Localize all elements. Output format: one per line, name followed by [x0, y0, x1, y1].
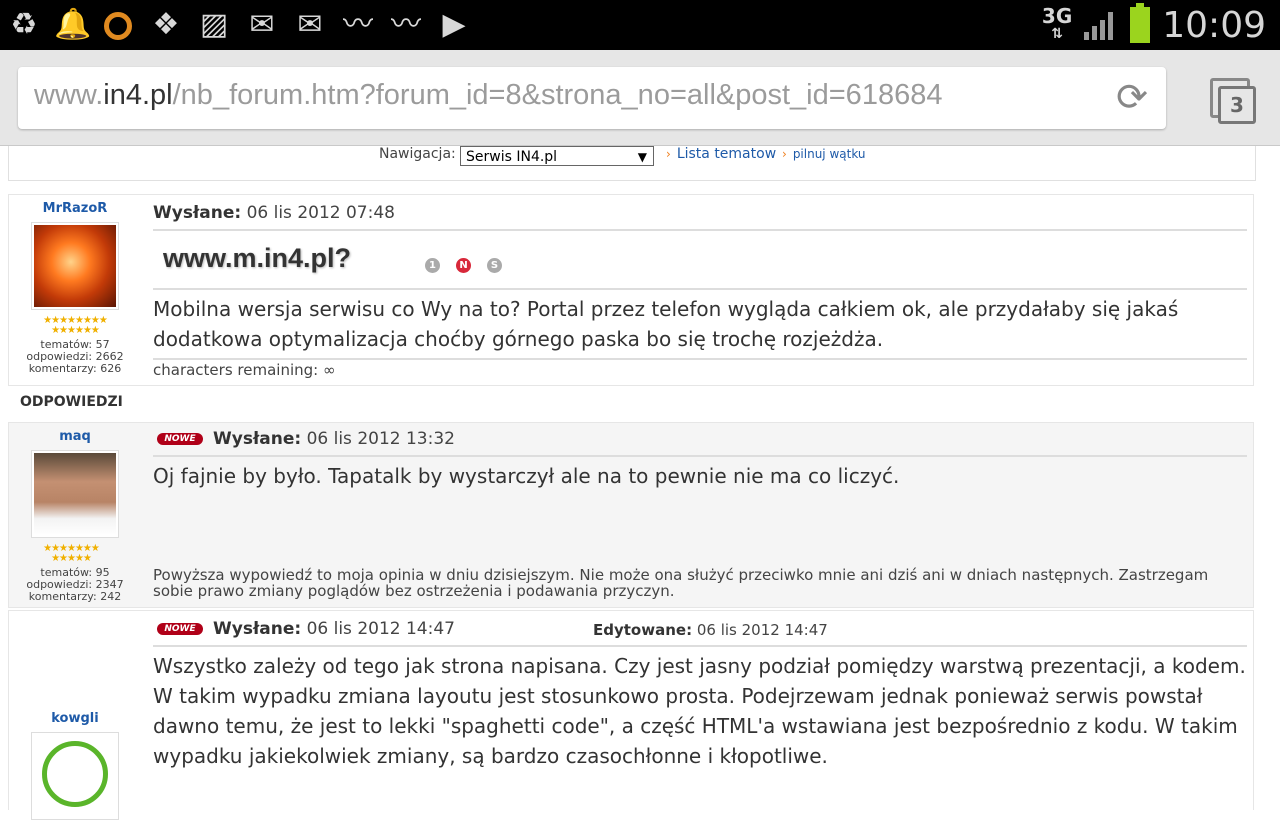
email-icon: ✉ — [297, 7, 323, 42]
status-bar: ♻ 🔔 ❖ ▨ ✉ ✉ 〰 〰 ▶ 3G ⇅ 10:09 — [0, 0, 1280, 50]
post-text: Mobilna wersja serwisu co Wy na to? Port… — [153, 297, 1179, 351]
gmail-icon: ✉ — [249, 7, 275, 42]
author-stats: tematów: 95 odpowiedzi: 2347 komentarzy:… — [26, 566, 124, 603]
battery-icon — [1130, 3, 1151, 43]
browser-toolbar: www.in4.pl/nb_forum.htm?forum_id=8&stron… — [0, 50, 1280, 146]
tabs-button[interactable]: 3 — [1210, 78, 1256, 124]
new-badge: NOWE — [157, 623, 203, 635]
avatar[interactable] — [31, 732, 119, 820]
circle-app-icon — [100, 6, 136, 44]
author-stats: tematów: 57 odpowiedzi: 2662 komentarzy:… — [26, 338, 124, 375]
new-icon[interactable]: N — [456, 258, 471, 273]
info-icon[interactable]: 1 — [425, 258, 440, 273]
bell-icon: 🔔 — [54, 7, 92, 42]
author-name[interactable]: kowgli — [9, 711, 141, 726]
recycle-icon: ♻ — [10, 7, 38, 42]
forum-page: Nawigacja: Serwis IN4.pl ▼ › Lista tematow… — [0, 146, 1280, 820]
image-icon: ▨ — [199, 7, 229, 42]
replies-heading: ODPOWIEDZI — [20, 394, 123, 410]
post-meta: NOWE Wysłane: 06 lis 2012 14:47 Edytowane… — [157, 619, 1247, 639]
post-text: Oj fajnie by było. Tapatalk by wystarczy… — [153, 464, 900, 488]
rank-stars: ★★★★★★★★★★★★ — [43, 543, 100, 564]
post-content: NOWE Wysłane: 06 lis 2012 14:47 Edytowane… — [153, 611, 1247, 771]
forum-post: kowgli NOWE Wysłane: 06 lis 2012 14:47 Ed… — [8, 610, 1254, 820]
watch-thread-link[interactable]: › pilnuj wątku — [782, 147, 866, 161]
address-bar[interactable]: www.in4.pl/nb_forum.htm?forum_id=8&stron… — [18, 67, 1166, 129]
dropdown-arrow-icon: ▼ — [637, 150, 647, 164]
author-name[interactable]: maq — [9, 429, 141, 444]
author-panel: MrRazoR ★★★★★★★★★★★★★★ tematów: 57 odpow… — [9, 195, 141, 385]
pulse-icon: 〰 — [391, 7, 421, 42]
pulse-icon: 〰 — [343, 7, 373, 42]
rank-stars: ★★★★★★★★★★★★★★ — [43, 315, 108, 336]
characters-remaining: characters remaining: ∞ — [153, 361, 336, 379]
author-name[interactable]: MrRazoR — [9, 201, 141, 216]
post-signature: Powyższa wypowiedź to moja opinia w dniu… — [153, 566, 1209, 600]
url-text[interactable]: www.in4.pl/nb_forum.htm?forum_id=8&stron… — [34, 79, 942, 112]
tab-count: 3 — [1218, 86, 1256, 124]
post-text: Wszystko zależy od tego jak strona napis… — [153, 654, 1246, 768]
post-title: www.m.in4.pl? — [163, 243, 352, 273]
nav-select[interactable]: Serwis IN4.pl ▼ — [460, 146, 654, 166]
post-content: NOWE Wysłane: 06 lis 2012 13:32 Oj fajnie… — [153, 423, 1247, 599]
chevron-right-icon: › — [666, 147, 671, 161]
post-content: Wysłane: 06 lis 2012 07:48 www.m.in4.pl?… — [153, 195, 1247, 378]
chevron-right-icon: › — [782, 147, 787, 161]
reload-icon[interactable]: ⟳ — [1112, 77, 1152, 117]
forum-post: MrRazoR ★★★★★★★★★★★★★★ tematów: 57 odpow… — [8, 194, 1254, 386]
edited-meta: Edytowane: 06 lis 2012 14:47 — [593, 621, 828, 639]
forum-post: maq ★★★★★★★★★★★★ tematów: 95 odpowiedzi:… — [8, 422, 1254, 608]
post-meta: NOWE Wysłane: 06 lis 2012 13:32 — [157, 429, 1247, 449]
avatar[interactable] — [31, 450, 119, 538]
dropbox-icon: ❖ — [152, 7, 180, 42]
avatar[interactable] — [31, 222, 119, 310]
navigation-bar: Nawigacja: Serwis IN4.pl ▼ › Lista tematow… — [8, 146, 1256, 181]
nav-label: Nawigacja: — [379, 146, 456, 162]
author-panel: maq ★★★★★★★★★★★★ tematów: 95 odpowiedzi:… — [9, 423, 141, 607]
star-icon[interactable]: S — [487, 258, 502, 273]
clock: 10:09 — [1162, 4, 1266, 46]
author-panel: kowgli — [9, 611, 141, 820]
network-indicator: 3G ⇅ — [1041, 4, 1073, 42]
post-meta: Wysłane: 06 lis 2012 07:48 — [153, 203, 395, 223]
play-store-icon: ▶ — [442, 7, 466, 42]
post-icons: 1 N S — [425, 253, 518, 273]
new-badge: NOWE — [157, 433, 203, 445]
signal-icon — [1084, 10, 1118, 40]
topic-list-link[interactable]: › Lista tematow — [666, 146, 776, 162]
